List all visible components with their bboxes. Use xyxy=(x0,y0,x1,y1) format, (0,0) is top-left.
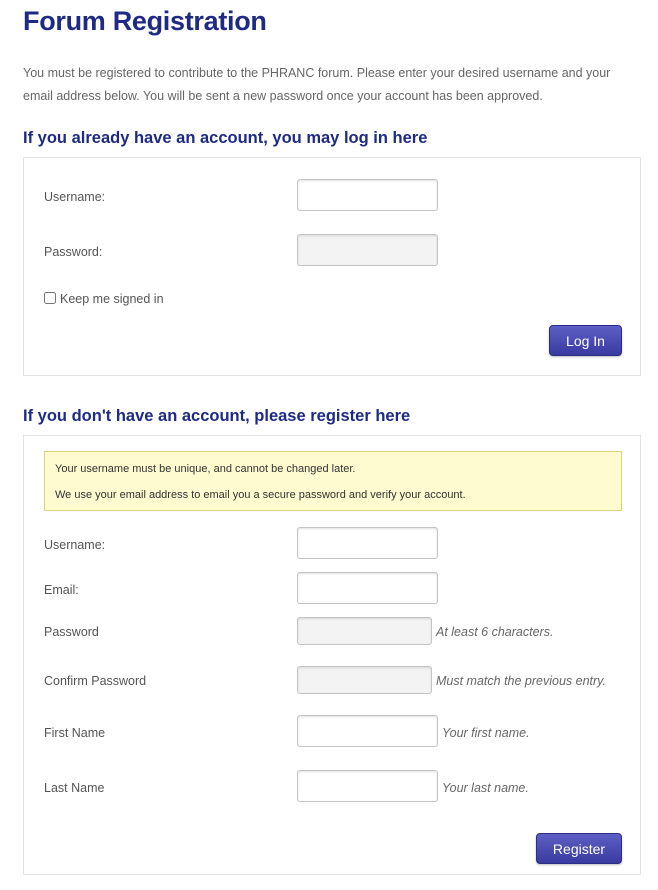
last-name-hint: Your last name. xyxy=(442,781,529,795)
register-heading: If you don't have an account, please reg… xyxy=(23,407,411,425)
login-password-label: Password: xyxy=(44,245,103,259)
register-button[interactable]: Register xyxy=(536,833,622,864)
register-first-name-label: First Name xyxy=(44,726,106,740)
login-panel: Username: Password: Keep me signed in Lo… xyxy=(23,157,641,376)
keep-signed-in-label: Keep me signed in xyxy=(60,292,164,306)
first-name-hint: Your first name. xyxy=(442,726,530,740)
register-first-name-input[interactable] xyxy=(297,715,438,747)
confirm-password-hint: Must match the previous entry. xyxy=(436,674,606,688)
keep-signed-in-checkbox[interactable] xyxy=(44,292,56,304)
login-button[interactable]: Log In xyxy=(549,325,622,356)
register-password-label: Password xyxy=(44,625,99,639)
register-panel: Your username must be unique, and cannot… xyxy=(23,435,641,875)
page-title: Forum Registration xyxy=(23,6,267,36)
register-email-label: Email: xyxy=(44,583,79,597)
login-username-label: Username: xyxy=(44,190,106,204)
register-last-name-label: Last Name xyxy=(44,781,105,795)
login-heading: If you already have an account, you may … xyxy=(23,129,428,147)
login-password-input[interactable] xyxy=(297,234,438,266)
register-last-name-input[interactable] xyxy=(297,770,438,802)
register-username-input[interactable] xyxy=(297,527,438,559)
notice-username-text: Your username must be unique, and cannot… xyxy=(55,463,356,475)
login-username-input[interactable] xyxy=(297,179,438,211)
register-confirm-password-input[interactable] xyxy=(297,666,432,694)
password-hint: At least 6 characters. xyxy=(436,625,554,639)
register-username-label: Username: xyxy=(44,538,106,552)
registration-notice: Your username must be unique, and cannot… xyxy=(44,451,622,511)
register-email-input[interactable] xyxy=(297,572,438,604)
intro-text: You must be registered to contribute to … xyxy=(23,66,611,103)
notice-email-text: We use your email address to email you a… xyxy=(55,489,466,501)
register-password-input[interactable] xyxy=(297,617,432,645)
register-confirm-password-label: Confirm Password xyxy=(44,674,147,688)
